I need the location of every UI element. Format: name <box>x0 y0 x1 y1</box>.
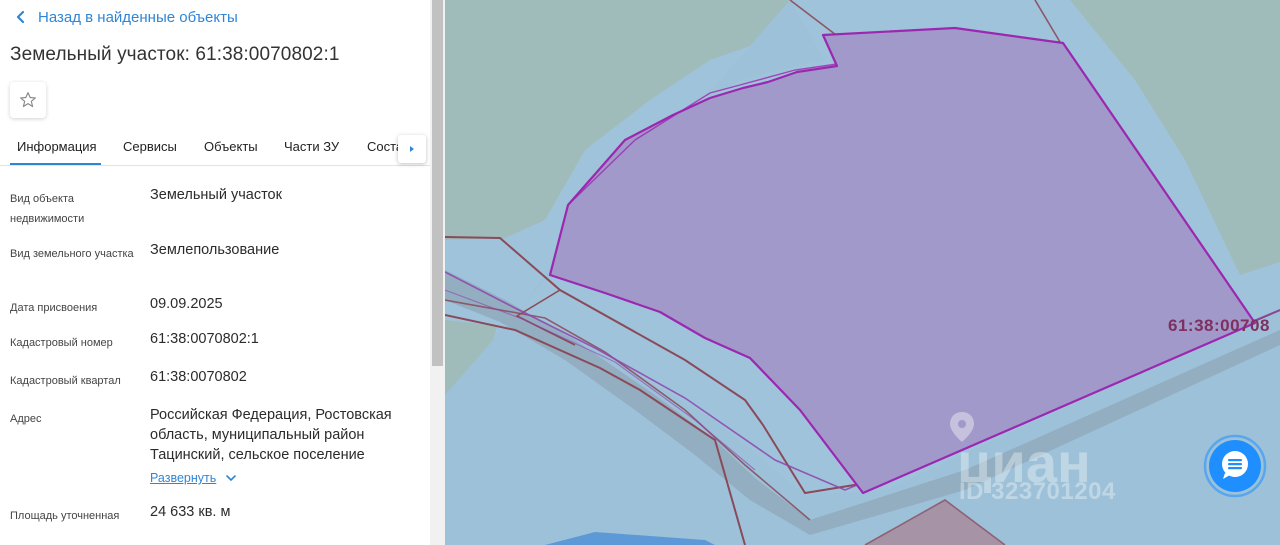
back-link-label: Назад в найденные объекты <box>38 8 238 26</box>
caret-right-icon <box>410 146 414 152</box>
field-value: 24 633 кв. м <box>150 504 231 520</box>
tab-bar: Информация Сервисы Объекты Части ЗУ Сост… <box>0 132 430 166</box>
tab-objects[interactable]: Объекты <box>204 139 258 154</box>
field-label: Адрес <box>10 413 42 425</box>
panel-scrollbar-thumb[interactable] <box>432 0 443 366</box>
field-value: 09.09.2025 <box>150 296 223 312</box>
chat-bubble-icon <box>1203 434 1267 498</box>
field-label: Вид объекта недвижимости <box>10 193 85 225</box>
map-parcel-label: 61:38:00708 <box>1168 316 1270 335</box>
star-outline-icon <box>20 92 36 108</box>
expand-link-label: Развернуть <box>150 471 217 485</box>
chat-button[interactable] <box>1203 434 1267 498</box>
field-label: Кадастровый номер <box>10 337 113 349</box>
map-layers <box>445 0 1280 545</box>
field-label: Вид земельного участка <box>10 248 134 260</box>
field-label: Дата присвоения <box>10 302 98 314</box>
field-value: 61:38:0070802 <box>150 369 247 385</box>
field-value: Земельный участок <box>150 187 282 203</box>
back-to-results-link[interactable]: Назад в найденные объекты <box>12 6 238 28</box>
tab-land-parts[interactable]: Части ЗУ <box>284 139 339 154</box>
expand-address-link[interactable]: Развернуть <box>150 471 238 485</box>
field-value: Российская Федерация, Ростовская область… <box>150 407 392 463</box>
tabs-scroll-right-button[interactable] <box>398 135 426 163</box>
watermark-id: ID 323701204 <box>959 478 1116 505</box>
field-value: 61:38:0070802:1 <box>150 331 259 347</box>
field-value: Землепользование <box>150 242 280 258</box>
tab-services[interactable]: Сервисы <box>123 139 177 154</box>
page-title: Земельный участок: 61:38:0070802:1 <box>10 44 340 65</box>
object-info-panel: Назад в найденные объекты Земельный учас… <box>0 0 430 545</box>
cadastral-map[interactable]: 61:38:00708 циан ID 323701204 <box>445 0 1280 545</box>
chevron-down-icon <box>226 475 237 481</box>
field-label: Площадь уточненная <box>10 510 120 522</box>
tab-information[interactable]: Информация <box>17 139 97 154</box>
active-tab-indicator <box>10 163 101 165</box>
favorite-button[interactable] <box>10 82 46 118</box>
chevron-left-icon <box>16 10 25 24</box>
field-label: Кадастровый квартал <box>10 375 121 387</box>
